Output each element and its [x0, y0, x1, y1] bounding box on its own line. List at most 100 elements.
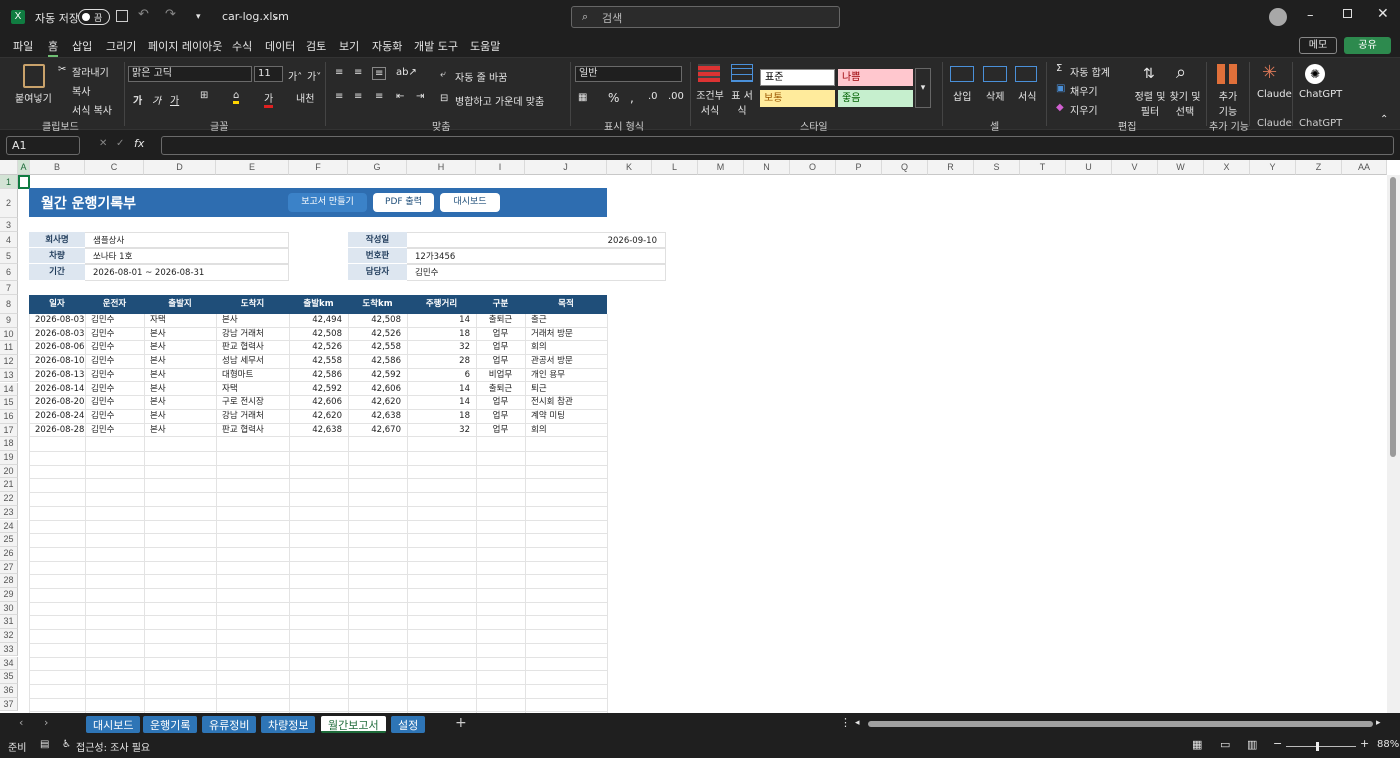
- table-cell[interactable]: 퇴근: [525, 383, 607, 397]
- column-header-u[interactable]: U: [1066, 160, 1112, 175]
- paste-icon[interactable]: [23, 64, 45, 88]
- table-cell[interactable]: 본사: [144, 424, 216, 438]
- column-header-h[interactable]: H: [407, 160, 476, 175]
- row-header-28[interactable]: 28: [0, 574, 18, 588]
- table-cell[interactable]: 2026-08-24: [29, 410, 85, 424]
- table-cell[interactable]: 본사: [144, 341, 216, 355]
- table-cell[interactable]: 14: [407, 314, 476, 328]
- tab-vehicle-info[interactable]: 차량정보: [261, 716, 316, 733]
- table-cell[interactable]: 42,620: [348, 396, 407, 410]
- merge-center-button[interactable]: 병합하고 가운데 맞춤: [455, 93, 544, 108]
- table-cell[interactable]: 42,526: [289, 341, 348, 355]
- format-cells-button[interactable]: 서식: [1018, 88, 1036, 103]
- qat-dropdown-icon[interactable]: ▾: [196, 12, 201, 22]
- table-cell[interactable]: 42,558: [289, 355, 348, 369]
- style-normal[interactable]: 표준: [760, 69, 835, 86]
- bold-icon[interactable]: 가: [133, 92, 142, 107]
- worksheet-grid[interactable]: A B C D E F G H I J K L M N O P Q R S T U V W X Y Z AA 1 2 3 4 5 6 7 8 9 10…: [0, 160, 1400, 713]
- row-header-26[interactable]: 26: [0, 546, 18, 561]
- column-header-x[interactable]: X: [1204, 160, 1250, 175]
- column-header-d[interactable]: D: [144, 160, 216, 175]
- menu-file[interactable]: 파일: [13, 38, 33, 54]
- info-value[interactable]: 김민수: [407, 264, 666, 281]
- info-value[interactable]: 샘플상사: [85, 232, 289, 248]
- increase-decimal-icon[interactable]: .0: [648, 91, 658, 102]
- table-cell[interactable]: 42,586: [289, 369, 348, 383]
- hscroll-left-icon[interactable]: ◂: [855, 718, 860, 728]
- menu-formulas[interactable]: 수식: [232, 38, 252, 54]
- column-header-w[interactable]: W: [1158, 160, 1204, 175]
- row-header-36[interactable]: 36: [0, 683, 18, 698]
- search-box[interactable]: ⌕ 검색: [571, 6, 840, 28]
- sort-filter-button[interactable]: 정렬 및 필터: [1133, 88, 1167, 118]
- vertical-scroll-thumb[interactable]: [1390, 177, 1396, 457]
- select-all-corner[interactable]: [0, 160, 18, 175]
- comma-icon[interactable]: ,: [630, 91, 634, 105]
- name-box[interactable]: A1: [6, 136, 80, 155]
- table-cell[interactable]: 42,494: [289, 314, 348, 328]
- column-header-aa[interactable]: AA: [1342, 160, 1387, 175]
- table-cell[interactable]: 본사: [144, 328, 216, 342]
- row-header-4[interactable]: 4: [0, 232, 18, 248]
- table-cell[interactable]: 판교 협력사: [216, 341, 289, 355]
- formula-input[interactable]: [161, 136, 1394, 155]
- zoom-slider-thumb[interactable]: [1316, 742, 1319, 751]
- row-header-10[interactable]: 10: [0, 327, 18, 342]
- font-name-select[interactable]: 맑은 고딕: [128, 66, 252, 82]
- table-cell[interactable]: 42,670: [348, 424, 407, 438]
- table-cell[interactable]: 김민수: [85, 410, 144, 424]
- format-painter-button[interactable]: 서식 복사: [72, 102, 112, 117]
- chatgpt-button[interactable]: ChatGPT: [1299, 89, 1342, 100]
- align-left-icon[interactable]: ≡: [335, 91, 343, 102]
- info-value[interactable]: 쏘나타 1호: [85, 248, 289, 264]
- zoom-slider[interactable]: [1286, 742, 1356, 751]
- table-cell[interactable]: 18: [407, 328, 476, 342]
- fill-color-icon[interactable]: ⌂: [233, 90, 240, 104]
- table-cell[interactable]: 42,592: [289, 383, 348, 397]
- table-cell[interactable]: 강남 거래처: [216, 328, 289, 342]
- table-cell[interactable]: 2026-08-20: [29, 396, 85, 410]
- style-neutral[interactable]: 보통: [760, 90, 835, 107]
- font-size-select[interactable]: 11: [254, 66, 283, 82]
- row-header-12[interactable]: 12: [0, 355, 18, 369]
- table-cell[interactable]: 42,638: [289, 424, 348, 438]
- row-header-22[interactable]: 22: [0, 492, 18, 506]
- border-icon[interactable]: ⊞: [200, 90, 208, 101]
- dashboard-button[interactable]: 대시보드: [440, 193, 500, 212]
- close-icon[interactable]: ✕: [1377, 6, 1389, 22]
- insert-cells-button[interactable]: 삽입: [953, 88, 971, 103]
- table-cell[interactable]: 강남 거래처: [216, 410, 289, 424]
- table-cell[interactable]: 42,586: [348, 355, 407, 369]
- ribbon-collapse-icon[interactable]: ⌃: [1380, 114, 1388, 125]
- row-header-24[interactable]: 24: [0, 519, 18, 534]
- tabs-menu-icon[interactable]: ⋮: [840, 716, 851, 729]
- table-cell[interactable]: 판교 협력사: [216, 424, 289, 438]
- row-header-18[interactable]: 18: [0, 437, 18, 451]
- column-header-m[interactable]: M: [698, 160, 744, 175]
- table-cell[interactable]: 김민수: [85, 396, 144, 410]
- table-cell[interactable]: 김민수: [85, 328, 144, 342]
- claude-button[interactable]: Claude: [1257, 89, 1292, 100]
- memo-button[interactable]: 메모: [1299, 37, 1337, 54]
- macro-record-icon[interactable]: ▤: [40, 739, 49, 750]
- table-cell[interactable]: 본사: [144, 410, 216, 424]
- row-header-23[interactable]: 23: [0, 505, 18, 520]
- table-cell[interactable]: 자택: [216, 383, 289, 397]
- column-header-a[interactable]: A: [18, 160, 30, 175]
- row-header-8[interactable]: 8: [0, 295, 18, 314]
- horizontal-scroll-thumb[interactable]: [868, 721, 1373, 727]
- table-cell[interactable]: 개인 용무: [525, 369, 607, 383]
- table-cell[interactable]: 자택: [144, 314, 216, 328]
- info-value[interactable]: 2026-09-10: [407, 232, 666, 248]
- column-header-v[interactable]: V: [1112, 160, 1158, 175]
- column-header-j[interactable]: J: [525, 160, 607, 175]
- horizontal-scrollbar[interactable]: ◂ ▸: [855, 718, 1385, 729]
- column-header-i[interactable]: I: [476, 160, 525, 175]
- column-header-s[interactable]: S: [974, 160, 1020, 175]
- align-bottom-icon[interactable]: ≡: [372, 67, 387, 80]
- row-header-20[interactable]: 20: [0, 464, 18, 479]
- row-header-27[interactable]: 27: [0, 560, 18, 575]
- info-value[interactable]: 2026-08-01 ~ 2026-08-31: [85, 264, 289, 281]
- row-header-14[interactable]: 14: [0, 382, 18, 397]
- align-top-icon[interactable]: ≡: [335, 67, 343, 78]
